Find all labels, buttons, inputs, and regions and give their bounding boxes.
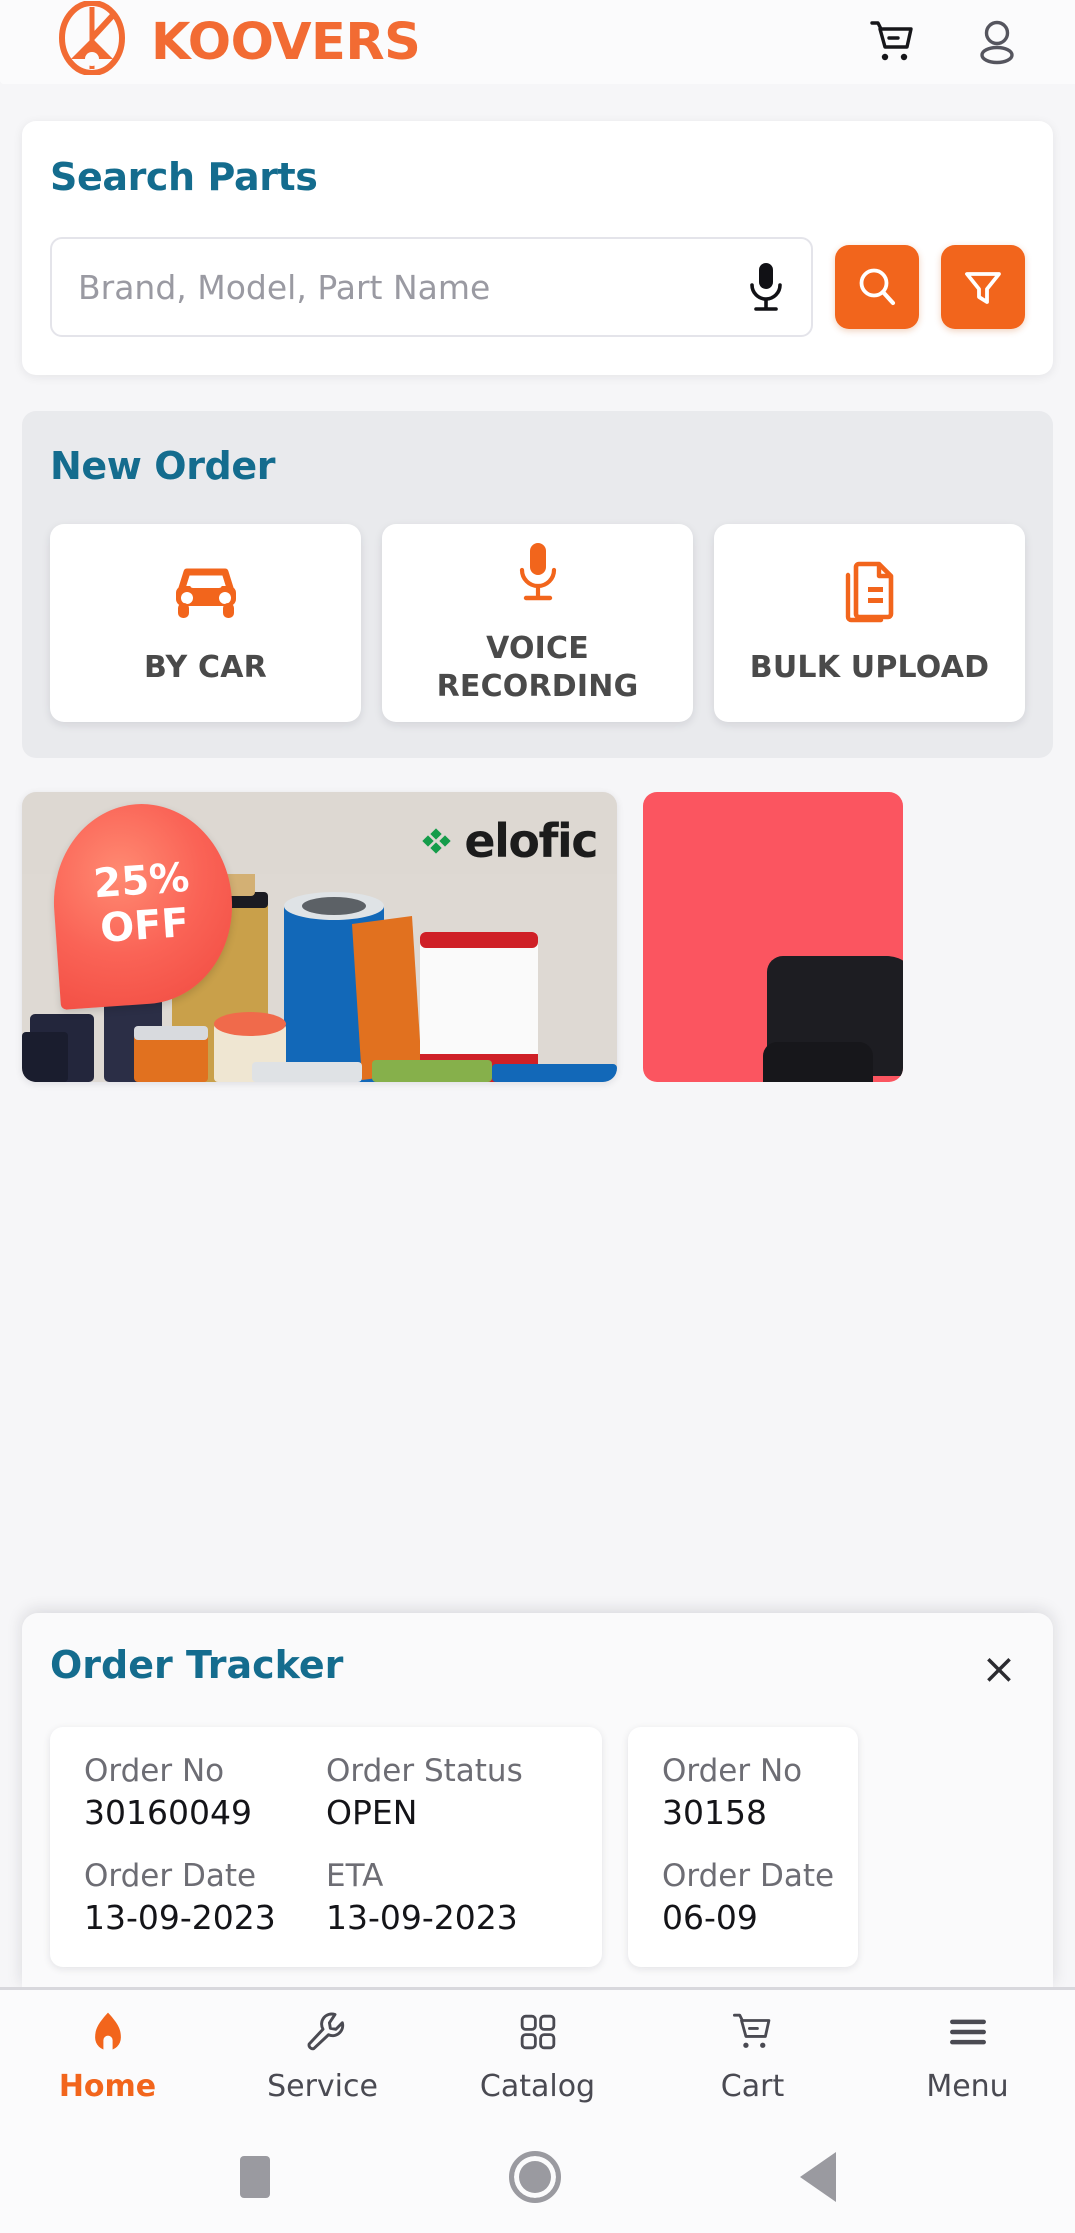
order-card[interactable]: Order No 30158 Order Date 06-09 bbox=[628, 1727, 858, 1967]
promo-banner-carousel[interactable]: 25% OFF elofic bbox=[22, 792, 1053, 1082]
new-order-panel: New Order BY CAR VOICE RECORDING BULK UP… bbox=[22, 411, 1053, 758]
order-cards-row[interactable]: Order No 30160049 Order Status OPEN Orde… bbox=[50, 1727, 1025, 1967]
order-tracker-header: Order Tracker × bbox=[50, 1643, 1025, 1691]
order-tracker-title: Order Tracker bbox=[50, 1643, 344, 1687]
elofic-mark-icon bbox=[422, 828, 452, 854]
search-input[interactable] bbox=[78, 267, 743, 307]
tile-by-car[interactable]: BY CAR bbox=[50, 524, 361, 722]
order-eta-field: ETA 13-09-2023 bbox=[326, 1858, 568, 1937]
nav-label: Menu bbox=[926, 2068, 1009, 2104]
order-no-label: Order No bbox=[84, 1753, 225, 1789]
brand-name: KOOVERS bbox=[151, 12, 421, 72]
tile-bulk-upload[interactable]: BULK UPLOAD bbox=[714, 524, 1025, 722]
main-content: Search Parts Brand, Model, Part Name New… bbox=[0, 84, 1075, 1987]
circle-home-icon[interactable] bbox=[508, 2150, 561, 2203]
brand-logo[interactable]: KOOVERS bbox=[55, 0, 421, 76]
promo-banner-secondary[interactable] bbox=[643, 792, 903, 1082]
cart-icon bbox=[730, 2007, 776, 2057]
document-upload-icon bbox=[841, 559, 899, 625]
tile-label: BULK UPLOAD bbox=[749, 649, 990, 685]
order-no-field: Order No 30160049 bbox=[84, 1753, 326, 1832]
koovers-logo-icon bbox=[55, 0, 129, 76]
filter-button[interactable] bbox=[941, 245, 1025, 329]
app-header: KOOVERS bbox=[0, 0, 1075, 84]
user-account-icon[interactable] bbox=[971, 16, 1023, 68]
car-icon bbox=[170, 559, 242, 625]
microphone-icon bbox=[512, 540, 564, 606]
triangle-back-icon[interactable] bbox=[799, 2151, 836, 2202]
bottom-navigation: Home Service Catalog Cart Menu bbox=[0, 1987, 1075, 2120]
hamburger-menu-icon bbox=[945, 2007, 991, 2057]
search-icon bbox=[859, 268, 896, 306]
tile-label: BY CAR bbox=[144, 649, 267, 685]
search-button[interactable] bbox=[835, 245, 919, 329]
nav-item-home[interactable]: Home bbox=[0, 2007, 215, 2104]
nav-label: Home bbox=[58, 2068, 157, 2104]
order-no-value: 30160049 bbox=[84, 1793, 252, 1832]
tile-voice-recording[interactable]: VOICE RECORDING bbox=[382, 524, 693, 722]
nav-label: Catalog bbox=[479, 2068, 596, 2104]
nav-item-menu[interactable]: Menu bbox=[860, 2007, 1075, 2104]
microphone-icon[interactable] bbox=[743, 259, 789, 315]
nav-label: Service bbox=[267, 2068, 378, 2104]
order-eta-value: 13-09-2023 bbox=[326, 1898, 518, 1937]
order-date-value: 06-09 bbox=[662, 1898, 758, 1937]
order-no-label: Order No bbox=[662, 1753, 803, 1789]
order-no-field: Order No 30158 bbox=[662, 1753, 834, 1832]
app-screen: KOOVERS Search Parts Brand, Model, Part … bbox=[0, 0, 1075, 2233]
search-row bbox=[50, 237, 1025, 337]
order-no-value: 30158 bbox=[662, 1793, 767, 1832]
nav-item-cart[interactable]: Cart bbox=[645, 2007, 860, 2104]
new-order-tiles: BY CAR VOICE RECORDING BULK UPLOAD bbox=[50, 524, 1025, 722]
order-date-label: Order Date bbox=[662, 1858, 835, 1894]
android-system-nav bbox=[0, 2120, 1075, 2233]
order-status-label: Order Status bbox=[326, 1753, 523, 1789]
order-date-field: Order Date 06-09 bbox=[662, 1858, 834, 1937]
order-tracker-sheet: Order Tracker × Order No 30160049 Order … bbox=[22, 1613, 1053, 1987]
home-icon bbox=[85, 2007, 131, 2057]
close-icon[interactable]: × bbox=[977, 1647, 1021, 1691]
order-status-field: Order Status OPEN bbox=[326, 1753, 568, 1832]
search-parts-title: Search Parts bbox=[50, 155, 318, 199]
grid-icon bbox=[516, 2007, 560, 2057]
tile-label: VOICE RECORDING bbox=[436, 630, 639, 704]
nav-item-service[interactable]: Service bbox=[215, 2007, 430, 2104]
search-field[interactable] bbox=[50, 237, 813, 337]
order-status-value: OPEN bbox=[326, 1793, 418, 1832]
nav-item-catalog[interactable]: Catalog bbox=[430, 2007, 645, 2104]
order-date-value: 13-09-2023 bbox=[84, 1898, 276, 1937]
elofic-brand-logo: elofic bbox=[422, 814, 598, 868]
order-card[interactable]: Order No 30160049 Order Status OPEN Orde… bbox=[50, 1727, 602, 1967]
square-recents-icon[interactable] bbox=[239, 2155, 270, 2198]
discount-sub: OFF bbox=[98, 899, 191, 952]
nav-label: Cart bbox=[720, 2068, 785, 2104]
banner-product-shape-2 bbox=[763, 1042, 873, 1082]
wrench-icon bbox=[300, 2007, 346, 2057]
new-order-title: New Order bbox=[50, 444, 276, 488]
promo-banner-elofic[interactable]: 25% OFF elofic bbox=[22, 792, 617, 1082]
search-parts-card: Search Parts bbox=[22, 121, 1053, 375]
elofic-wordmark: elofic bbox=[464, 814, 598, 868]
header-actions bbox=[867, 16, 1023, 68]
order-date-label: Order Date bbox=[84, 1858, 257, 1894]
cart-icon[interactable] bbox=[867, 16, 919, 68]
filter-funnel-icon bbox=[965, 272, 1001, 304]
order-eta-label: ETA bbox=[326, 1858, 384, 1894]
order-date-field: Order Date 13-09-2023 bbox=[84, 1858, 326, 1937]
